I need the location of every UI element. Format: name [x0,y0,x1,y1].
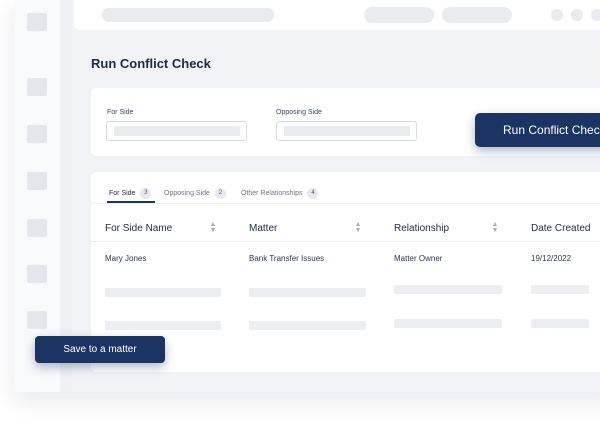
tab-for-side[interactable]: For Side 3 [109,188,152,199]
divider [91,203,600,204]
count-badge: 4 [307,188,319,199]
column-header-date-created[interactable]: Date Created [531,223,590,234]
opposing-side-label: Opposing Side [276,109,322,116]
table-cell: 19/12/2022 [531,254,572,263]
column-header-for-side-name[interactable]: For Side Name [105,223,172,234]
menu-icon[interactable] [27,13,47,31]
table-cell: Matter Owner [394,254,443,263]
divider [91,241,600,242]
toolbar-dot-icon[interactable] [551,9,563,21]
table-row-placeholder [249,288,366,297]
toolbar-placeholder[interactable] [364,7,434,23]
nav-icon[interactable] [27,125,47,143]
toolbar-placeholder[interactable] [442,7,512,23]
column-header-relationship[interactable]: Relationship [394,223,449,234]
table-cell: Mary Jones [105,254,147,263]
toolbar-dot-icon[interactable] [591,9,600,21]
breadcrumb-placeholder [102,8,274,22]
sidebar-edge [60,0,72,392]
tab-other-relationships[interactable]: Other Relationships 4 [241,188,319,199]
sort-icon[interactable]: ▲ ▼ [209,221,217,234]
for-side-label: For Side [107,109,134,116]
table-row-placeholder [394,319,502,328]
count-badge: 2 [214,188,226,199]
column-header-matter[interactable]: Matter [249,223,277,234]
nav-icon[interactable] [27,265,47,283]
tab-opposing-side[interactable]: Opposing Side 2 [164,188,226,199]
opposing-side-input[interactable] [276,121,417,141]
count-badge: 3 [140,188,152,199]
sort-icon[interactable]: ▲ ▼ [354,221,362,234]
table-row-placeholder [394,285,502,294]
for-side-input[interactable] [106,121,247,141]
table-row-placeholder [531,319,589,328]
toolbar-dot-icon[interactable] [571,9,583,21]
table-row-placeholder [105,321,221,330]
nav-icon[interactable] [27,311,47,329]
table-cell: Bank Transfer Issues [249,254,325,263]
top-bar [74,0,600,30]
nav-icon[interactable] [27,172,47,190]
table-row-placeholder [531,285,589,294]
sidebar [14,0,61,392]
nav-icon[interactable] [27,78,47,96]
nav-icon[interactable] [27,219,47,237]
run-conflict-check-button[interactable]: Run Conflict Check [475,113,600,147]
table-row-placeholder [249,321,366,330]
results-card [91,172,600,372]
table-row-placeholder [105,288,221,297]
save-to-matter-button[interactable]: Save to a matter [35,336,165,363]
page-title: Run Conflict Check [91,56,211,71]
sort-icon[interactable]: ▲ ▼ [491,221,499,234]
